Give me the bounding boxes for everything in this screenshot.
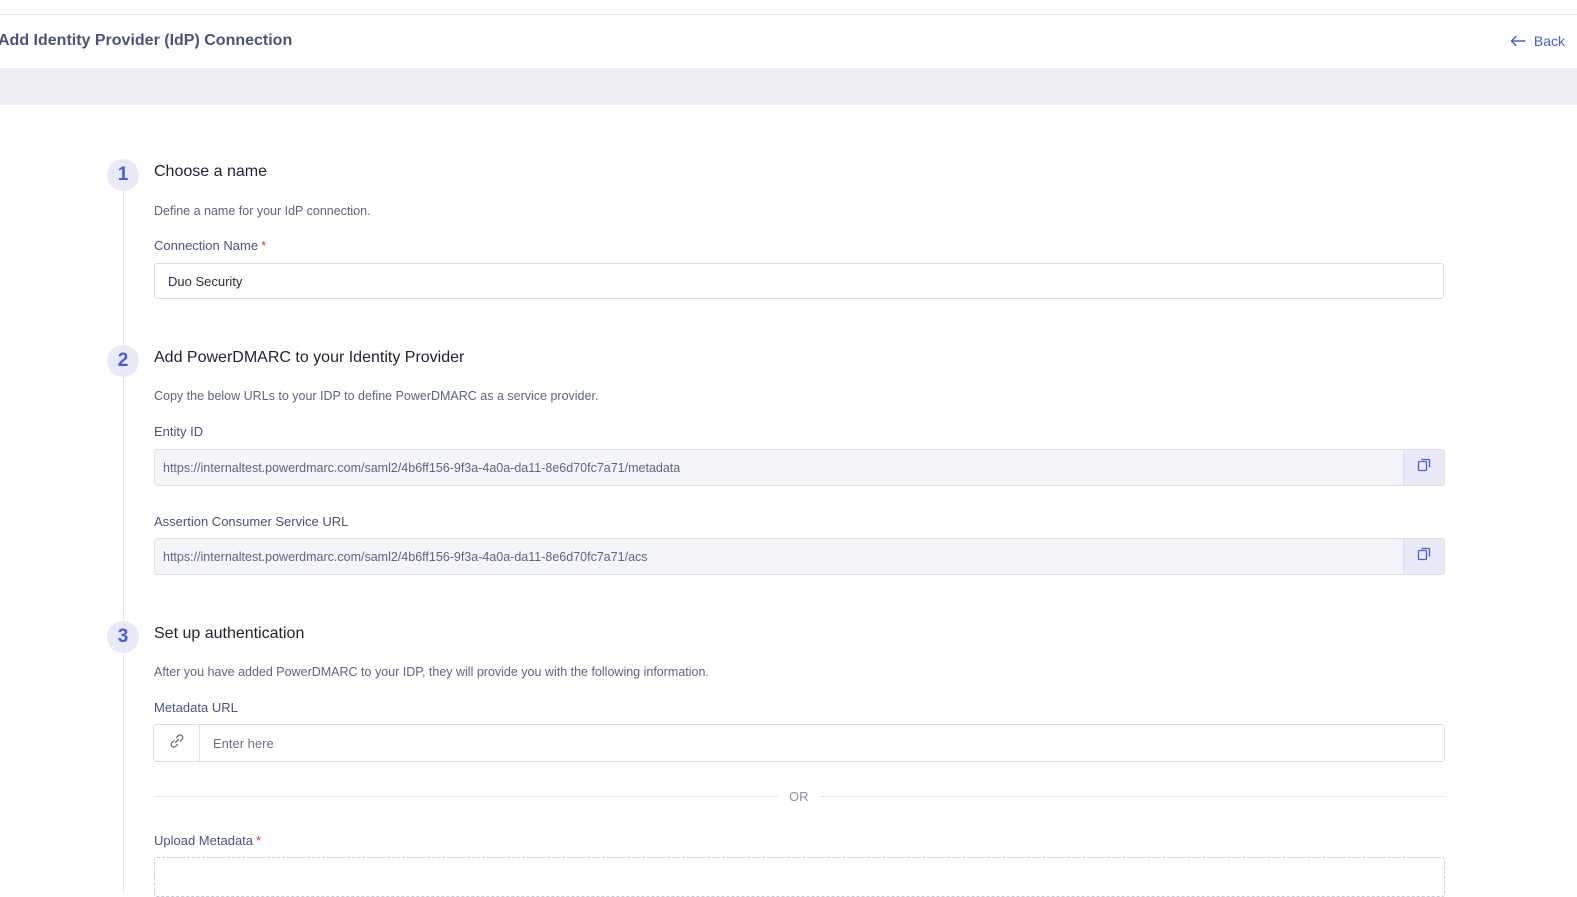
link-addon — [154, 725, 200, 761]
entity-id-field[interactable]: https://internaltest.powerdmarc.com/saml… — [154, 449, 1445, 486]
upload-metadata-label-text: Upload Metadata — [154, 833, 254, 848]
required-marker: * — [256, 833, 262, 848]
header-band — [0, 68, 1577, 105]
top-bar — [0, 0, 1577, 15]
page-header: Add Identity Provider (IdP) Connection B… — [0, 15, 1577, 68]
required-marker: * — [261, 238, 267, 253]
connection-name-label-text: Connection Name — [154, 238, 259, 253]
step-3-title: Set up authentication — [154, 625, 305, 642]
or-divider-left — [154, 796, 778, 797]
metadata-url-input-group: Enter here — [153, 724, 1445, 762]
upload-metadata-dropzone[interactable] — [154, 857, 1445, 897]
copy-entity-id-button[interactable] — [1403, 450, 1444, 485]
back-button[interactable]: Back — [1510, 33, 1565, 49]
page-title: Add Identity Provider (IdP) Connection — [0, 32, 293, 49]
metadata-url-label: Metadata URL — [154, 700, 238, 715]
step-2-description: Copy the below URLs to your IDP to defin… — [154, 389, 599, 403]
copy-icon — [1417, 458, 1431, 477]
acs-url-value: https://internaltest.powerdmarc.com/saml… — [163, 550, 648, 564]
acs-url-label: Assertion Consumer Service URL — [154, 514, 349, 529]
copy-acs-url-button[interactable] — [1403, 539, 1444, 574]
step-3-description: After you have added PowerDMARC to your … — [154, 665, 709, 679]
metadata-url-input[interactable]: Enter here — [213, 736, 274, 751]
acs-url-field[interactable]: https://internaltest.powerdmarc.com/saml… — [154, 538, 1445, 575]
arrow-left-icon — [1510, 35, 1526, 47]
or-divider-right — [820, 796, 1445, 797]
entity-id-value: https://internaltest.powerdmarc.com/saml… — [163, 461, 681, 475]
back-label: Back — [1533, 33, 1565, 49]
step-1-description: Define a name for your IdP connection. — [154, 204, 371, 218]
step-1-badge: 1 — [107, 159, 139, 191]
step-3-badge: 3 — [107, 621, 139, 653]
step-rail — [123, 183, 124, 893]
connection-name-input[interactable]: Duo Security — [154, 263, 1444, 299]
entity-id-label: Entity ID — [154, 424, 204, 439]
connection-name-label: Connection Name * — [154, 238, 266, 253]
main-content: 1 Choose a name Define a name for your I… — [0, 105, 1577, 897]
link-icon — [168, 732, 186, 755]
copy-icon — [1417, 547, 1431, 566]
step-1-title: Choose a name — [154, 163, 267, 180]
step-2-badge: 2 — [107, 345, 139, 377]
upload-metadata-label: Upload Metadata * — [154, 833, 261, 848]
connection-name-value: Duo Security — [168, 274, 243, 289]
or-separator: OR — [789, 789, 809, 804]
step-2-title: Add PowerDMARC to your Identity Provider — [154, 349, 465, 366]
